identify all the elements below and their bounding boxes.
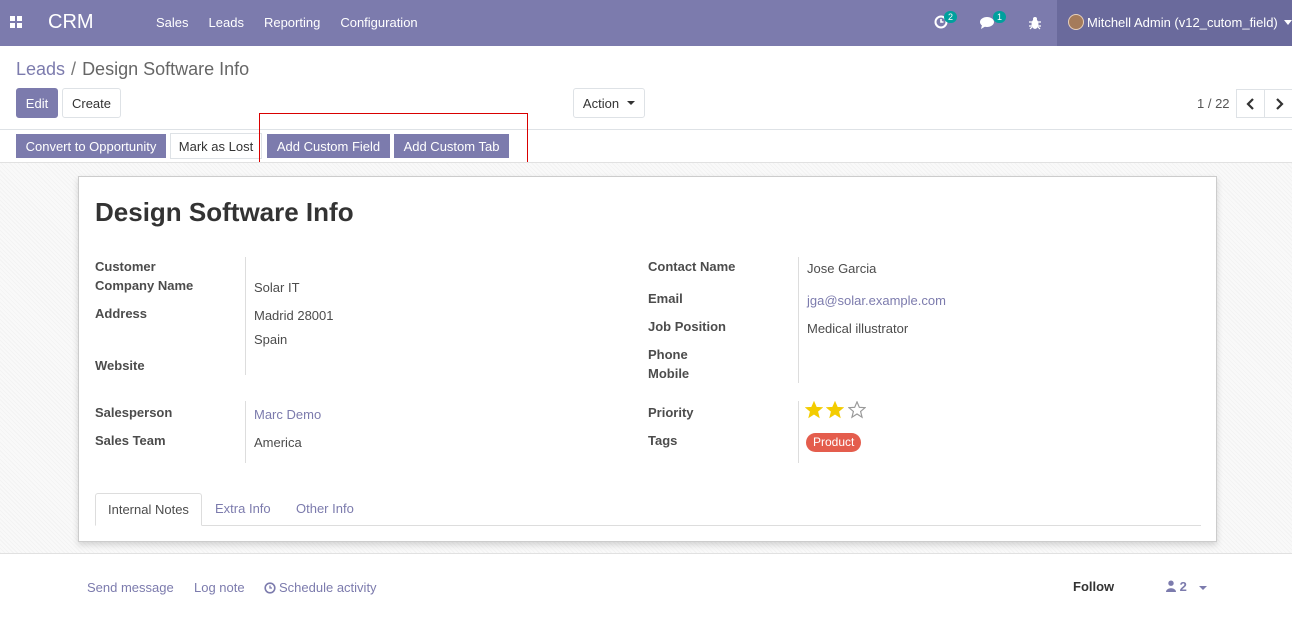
create-button-label: Create (71, 95, 112, 111)
tags-label: Tags (648, 433, 678, 448)
phone-label: Phone (648, 347, 688, 362)
address-label: Address (95, 306, 148, 321)
schedule-activity-link[interactable]: Schedule activity (264, 580, 377, 595)
tab-extra-info[interactable]: Extra Info (203, 493, 283, 526)
log-note-link[interactable]: Log note (194, 580, 245, 595)
divider (0, 129, 1292, 130)
salesperson-value[interactable]: Marc Demo (254, 407, 321, 422)
salesperson-label: Salesperson (95, 405, 173, 420)
activities-badge: 2 (944, 11, 958, 23)
website-label: Website (95, 358, 145, 373)
user-name: Mitchell Admin (v12_cutom_field) (1087, 15, 1278, 30)
sales-team-value: America (254, 435, 302, 450)
messages-badge: 1 (993, 11, 1007, 23)
contact-name-label: Contact Name (648, 259, 736, 274)
priority-star-3-icon[interactable] (848, 401, 866, 419)
menu-item-sales[interactable]: Sales (146, 15, 199, 30)
pager-next-button[interactable] (1264, 89, 1292, 118)
breadcrumb-separator: / (71, 59, 77, 79)
send-message-link[interactable]: Send message (87, 580, 174, 595)
action-dropdown[interactable]: Action (573, 88, 645, 118)
main-menu: Sales Leads Reporting Configuration (146, 15, 428, 30)
user-menu[interactable]: Mitchell Admin (v12_cutom_field) (1057, 0, 1292, 46)
followers-button[interactable]: 2 (1166, 579, 1208, 594)
chevron-left-icon (1245, 97, 1254, 110)
address-line1: Madrid 28001 (254, 308, 334, 323)
notebook-tabs: Internal Notes Extra Info Other Info (95, 493, 1201, 526)
menu-item-configuration[interactable]: Configuration (330, 15, 427, 30)
mark-as-lost-button[interactable]: Mark as Lost (170, 133, 262, 159)
company-name-value: Solar IT (254, 280, 300, 295)
menu-item-reporting[interactable]: Reporting (254, 15, 330, 30)
sales-team-label: Sales Team (95, 433, 166, 448)
tab-other-info[interactable]: Other Info (284, 493, 366, 526)
edit-button[interactable]: Edit (16, 88, 58, 118)
mobile-label: Mobile (648, 366, 690, 381)
clock-icon (264, 581, 276, 594)
field-divider (245, 257, 246, 375)
apps-grid-icon[interactable] (10, 16, 23, 29)
tag-product[interactable]: Product (806, 433, 862, 452)
field-divider (798, 257, 799, 383)
job-position-label: Job Position (648, 319, 726, 334)
debug-bug-icon[interactable] (1029, 13, 1045, 31)
messages-chat-icon[interactable]: 1 (980, 11, 1007, 31)
app-name: CRM (48, 11, 94, 33)
user-icon (1166, 580, 1176, 592)
action-caret-icon (627, 101, 636, 105)
pager-value[interactable]: 1 / 22 (1197, 96, 1230, 111)
followers-count: 2 (1179, 579, 1187, 594)
top-navbar: CRM Sales Leads Reporting Configuration … (0, 0, 1292, 46)
contact-name-value: Jose Garcia (807, 261, 877, 276)
user-caret-icon (1284, 20, 1292, 25)
user-avatar (1068, 14, 1084, 30)
pager-previous-button[interactable] (1236, 89, 1265, 118)
chevron-right-icon (1275, 97, 1284, 110)
address-line2: Spain (254, 332, 288, 347)
lead-title: Design Software Info (95, 197, 354, 227)
company-name-label: Company Name (95, 278, 194, 293)
menu-item-leads[interactable]: Leads (199, 15, 254, 30)
followers-caret-icon (1199, 585, 1208, 590)
breadcrumb-leads[interactable]: Leads (16, 59, 65, 79)
create-button[interactable]: Create (62, 88, 121, 118)
breadcrumb: Leads / Design Software Info (16, 59, 249, 80)
customer-label: Customer (95, 259, 156, 274)
email-value[interactable]: jga@solar.example.com (807, 293, 946, 308)
priority-star-2-icon[interactable] (826, 401, 844, 419)
job-position-value: Medical illustrator (807, 321, 909, 336)
tab-internal-notes[interactable]: Internal Notes (95, 493, 202, 526)
schedule-activity-label: Schedule activity (279, 580, 377, 595)
activities-clock-icon[interactable]: 2 (934, 11, 958, 31)
form-sheet: Design Software Info Customer Company Na… (78, 176, 1217, 542)
field-divider (798, 401, 799, 463)
priority-star-1-icon[interactable] (805, 401, 823, 419)
action-label: Action (582, 95, 620, 111)
email-label: Email (648, 291, 683, 306)
field-divider (245, 401, 246, 463)
convert-to-opportunity-button[interactable]: Convert to Opportunity (16, 134, 166, 158)
priority-label: Priority (648, 405, 694, 420)
follow-button[interactable]: Follow (1073, 579, 1114, 594)
breadcrumb-current: Design Software Info (82, 59, 250, 79)
